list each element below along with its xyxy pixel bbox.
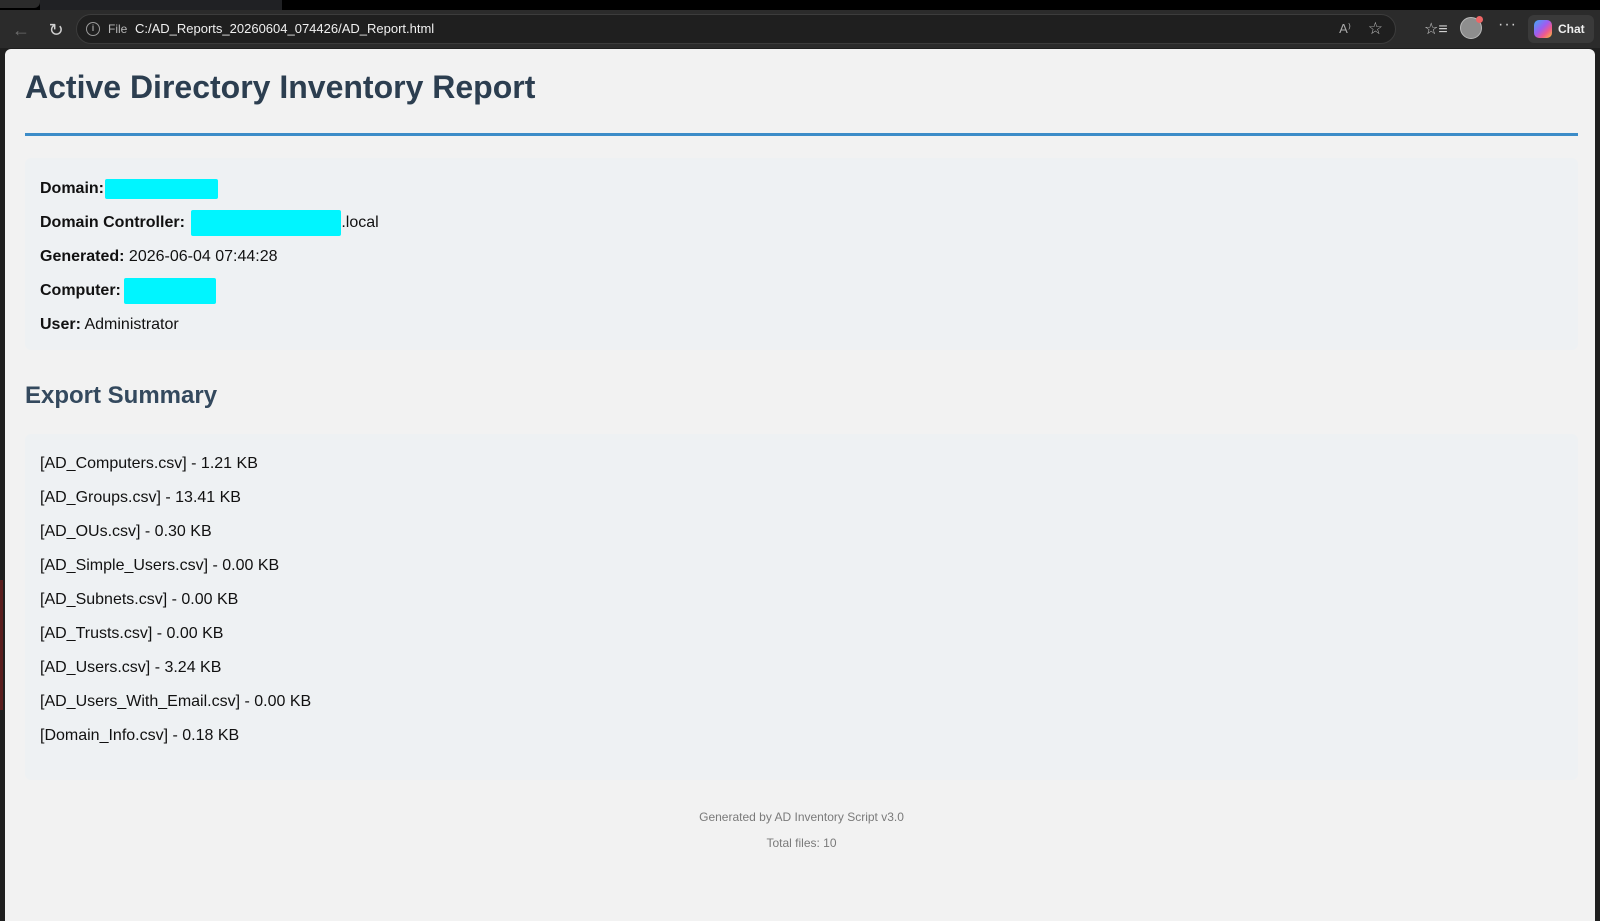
- url-text[interactable]: C:/AD_Reports_20260604_074426/AD_Report.…: [135, 21, 434, 36]
- generated-row: Generated: 2026-06-04 07:44:28: [40, 240, 1563, 274]
- chat-button[interactable]: Chat: [1528, 15, 1594, 43]
- profile-avatar-icon[interactable]: [1460, 16, 1483, 39]
- tab-strip-gap: [40, 0, 282, 10]
- reload-icon[interactable]: ↻: [45, 19, 67, 41]
- domain-redaction: [105, 178, 218, 199]
- favorites-icon[interactable]: ☆≡: [1424, 19, 1448, 39]
- title-divider: [25, 133, 1578, 136]
- domain-label: Domain:: [40, 180, 104, 197]
- window-edge-accent: [0, 580, 3, 710]
- file-list-item: [AD_Trusts.csv] - 0.00 KB: [40, 625, 224, 642]
- chat-button-label: Chat: [1558, 22, 1585, 36]
- url-scheme-label: File: [108, 22, 128, 36]
- notification-dot: [1476, 16, 1483, 23]
- back-arrow-icon[interactable]: ←: [10, 19, 32, 41]
- domain-controller-label: Domain Controller:: [40, 214, 185, 231]
- domain-controller-row: Domain Controller: .local: [40, 206, 1563, 240]
- info-icon[interactable]: i: [86, 22, 100, 36]
- domain-controller-redaction: [191, 209, 342, 236]
- file-list-item: [AD_Groups.csv] - 13.41 KB: [40, 489, 241, 506]
- file-list-item: [AD_Computers.csv] - 1.21 KB: [40, 455, 258, 472]
- user-row: User: Administrator: [40, 308, 1563, 342]
- export-summary-heading: Export Summary: [25, 382, 218, 409]
- page-title: Active Directory Inventory Report: [25, 69, 536, 105]
- file-list-item: [Domain_Info.csv] - 0.18 KB: [40, 727, 240, 744]
- star-icon[interactable]: ☆: [1368, 19, 1383, 39]
- user-label: User:: [40, 316, 81, 333]
- read-aloud-icon[interactable]: A⁾: [1339, 21, 1351, 37]
- computer-row: Computer:: [40, 274, 1563, 308]
- report-footer: Generated by AD Inventory Script v3.0 To…: [25, 804, 1578, 856]
- address-bar[interactable]: i File C:/AD_Reports_20260604_074426/AD_…: [76, 14, 1396, 44]
- file-list-item: [AD_Subnets.csv] - 0.00 KB: [40, 591, 239, 608]
- file-list-item: [AD_Simple_Users.csv] - 0.00 KB: [40, 557, 280, 574]
- browser-toolbar: ← ↻ i File C:/AD_Reports_20260604_074426…: [0, 10, 1600, 48]
- domain-controller-suffix: .local: [341, 214, 379, 231]
- generated-label: Generated:: [40, 248, 125, 265]
- footer-total-files: Total files: 10: [766, 836, 837, 850]
- export-file-list: [AD_Computers.csv] - 1.21 KB [AD_Groups.…: [25, 434, 1578, 780]
- computer-label: Computer:: [40, 282, 121, 299]
- footer-generated-by: Generated by AD Inventory Script v3.0: [699, 810, 904, 824]
- report-content: Active Directory Inventory Report Domain…: [25, 49, 1578, 856]
- user-value: Administrator: [84, 316, 179, 333]
- tab-stub[interactable]: [0, 0, 40, 8]
- generated-value: 2026-06-04 07:44:28: [128, 248, 278, 265]
- copilot-logo-icon: [1534, 20, 1552, 38]
- file-list-item: [AD_Users_With_Email.csv] - 0.00 KB: [40, 693, 312, 710]
- computer-redaction: [123, 277, 216, 304]
- domain-row: Domain:: [40, 172, 1563, 206]
- more-options-icon[interactable]: ···: [1498, 16, 1517, 34]
- file-list-item: [AD_Users.csv] - 3.24 KB: [40, 659, 222, 676]
- report-info-box: Domain: Domain Controller: .local Genera…: [25, 158, 1578, 350]
- window-title-strip: [0, 0, 1600, 10]
- page-viewport: Active Directory Inventory Report Domain…: [5, 49, 1595, 921]
- file-list-item: [AD_OUs.csv] - 0.30 KB: [40, 523, 212, 540]
